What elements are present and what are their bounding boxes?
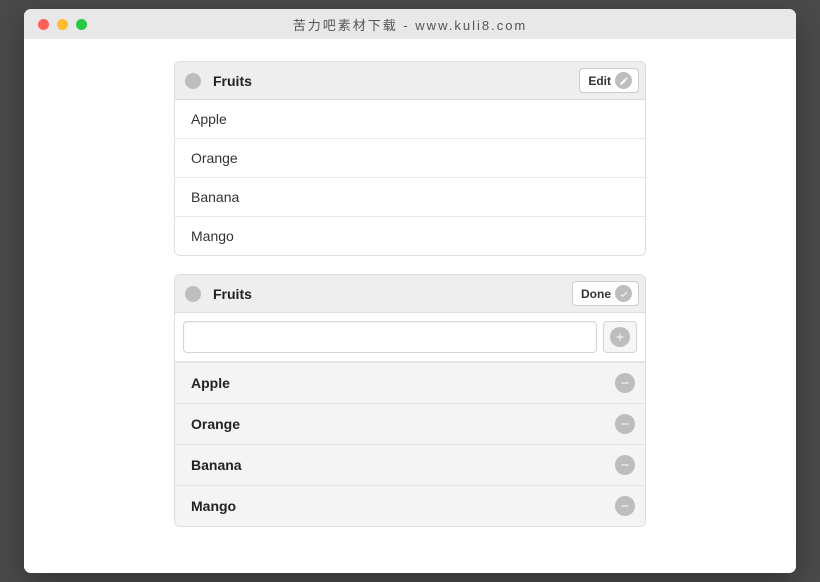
edit-item-label: Banana — [191, 457, 615, 473]
list-item[interactable]: Apple — [175, 100, 645, 138]
app-window: 苦力吧素材下载 - www.kuli8.com Fruits Edit Appl… — [24, 9, 796, 573]
window-title: 苦力吧素材下载 - www.kuli8.com — [24, 15, 796, 34]
panel-title: Fruits — [213, 286, 572, 302]
add-item-button[interactable] — [603, 321, 637, 353]
remove-item-button[interactable] — [615, 373, 635, 393]
remove-item-button[interactable] — [615, 455, 635, 475]
panel-indicator-icon — [185, 286, 201, 302]
edit-list-item[interactable]: Mango — [175, 485, 645, 526]
minus-icon — [615, 414, 635, 434]
list-item[interactable]: Orange — [175, 138, 645, 177]
titlebar: 苦力吧素材下载 - www.kuli8.com — [24, 9, 796, 39]
close-icon[interactable] — [38, 19, 49, 30]
fruits-view-panel: Fruits Edit Apple Orange Banana Mango — [174, 61, 646, 256]
check-icon — [615, 285, 632, 302]
remove-item-button[interactable] — [615, 496, 635, 516]
list-item[interactable]: Mango — [175, 216, 645, 255]
remove-item-button[interactable] — [615, 414, 635, 434]
edit-item-label: Orange — [191, 416, 615, 432]
minus-icon — [615, 373, 635, 393]
edit-item-label: Mango — [191, 498, 615, 514]
minimize-icon[interactable] — [57, 19, 68, 30]
panel-title: Fruits — [213, 73, 579, 89]
plus-icon — [610, 327, 630, 347]
fruits-edit-panel: Fruits Done Apple — [174, 274, 646, 527]
list-item[interactable]: Banana — [175, 177, 645, 216]
edit-list-item[interactable]: Orange — [175, 403, 645, 444]
traffic-lights — [24, 19, 87, 30]
edit-list-item[interactable]: Banana — [175, 444, 645, 485]
panel-indicator-icon — [185, 73, 201, 89]
maximize-icon[interactable] — [76, 19, 87, 30]
minus-icon — [615, 496, 635, 516]
edit-button[interactable]: Edit — [579, 68, 639, 93]
add-item-row — [175, 313, 645, 362]
new-item-input[interactable] — [183, 321, 597, 353]
pencil-icon — [615, 72, 632, 89]
done-button[interactable]: Done — [572, 281, 639, 306]
done-button-label: Done — [581, 287, 611, 301]
panel-header: Fruits Edit — [175, 62, 645, 100]
content-area: Fruits Edit Apple Orange Banana Mango Fr… — [24, 39, 796, 573]
minus-icon — [615, 455, 635, 475]
panel-header: Fruits Done — [175, 275, 645, 313]
edit-list-item[interactable]: Apple — [175, 362, 645, 403]
edit-item-label: Apple — [191, 375, 615, 391]
edit-button-label: Edit — [588, 74, 611, 88]
list: Apple Orange Banana Mango — [175, 100, 645, 255]
